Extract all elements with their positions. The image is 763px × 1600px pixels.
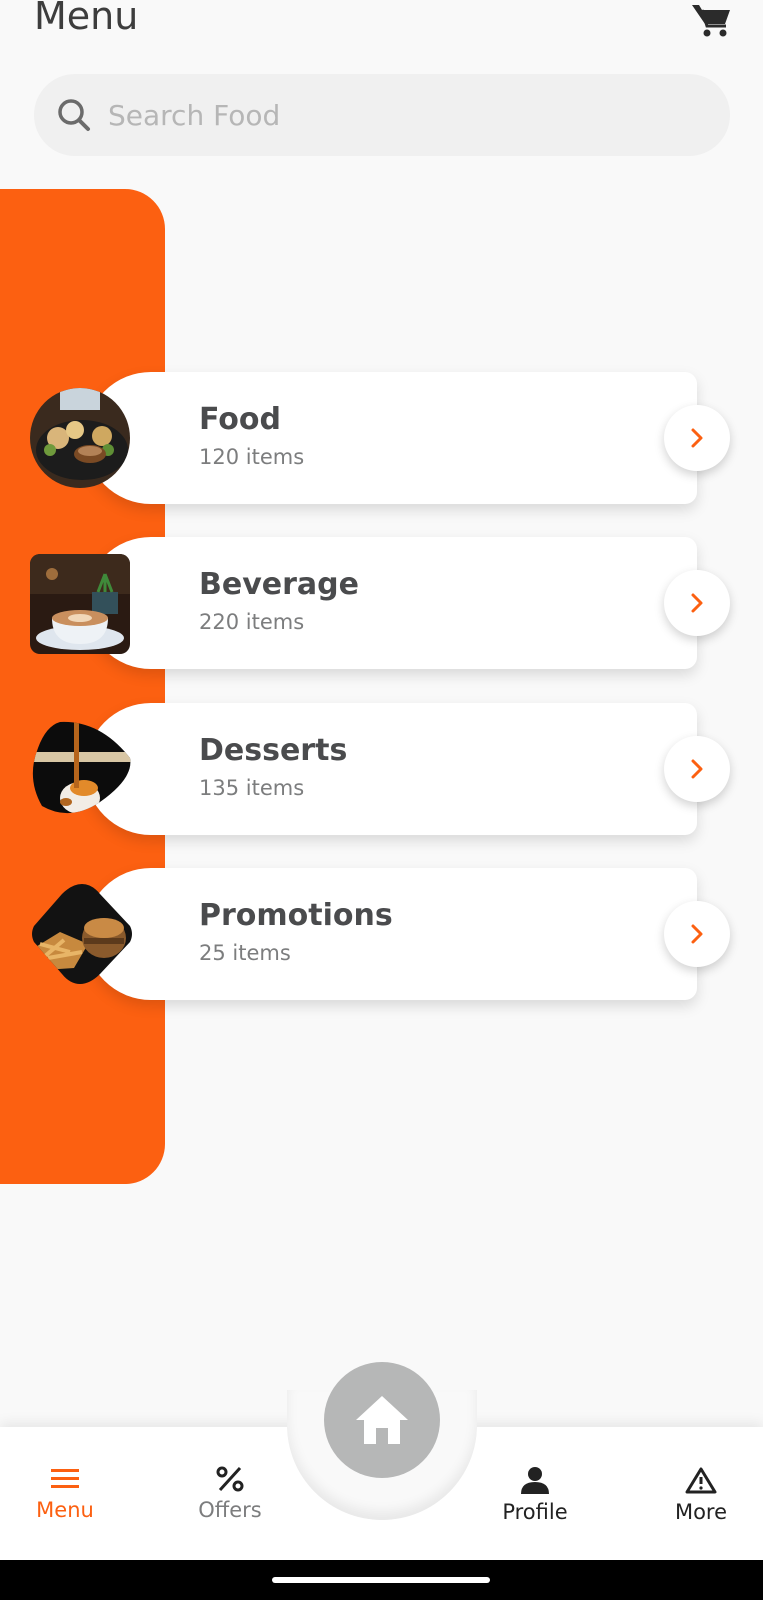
chevron-right-icon [691, 428, 703, 448]
category-card-food[interactable]: Food 120 items [85, 372, 697, 504]
category-name: Desserts [199, 733, 348, 768]
category-card-promotions[interactable]: Promotions 25 items [85, 868, 697, 1000]
hamburger-icon [51, 1469, 79, 1488]
nav-item-offers[interactable]: Offers [165, 1466, 295, 1522]
warning-triangle-icon [685, 1467, 717, 1494]
food-plate-photo [30, 388, 130, 488]
category-count: 220 items [199, 610, 305, 634]
category-count: 25 items [199, 941, 291, 965]
nav-label: Profile [502, 1500, 568, 1524]
chevron-right-icon [691, 759, 703, 779]
search-bar[interactable] [34, 74, 730, 156]
category-count: 120 items [199, 445, 305, 469]
dessert-photo [32, 721, 131, 814]
category-arrow-button[interactable] [664, 570, 730, 636]
percent-icon [216, 1466, 244, 1492]
nav-label: Menu [36, 1498, 94, 1522]
home-indicator[interactable] [272, 1577, 490, 1583]
category-arrow-button[interactable] [664, 901, 730, 967]
home-icon [356, 1396, 408, 1444]
chevron-right-icon [691, 924, 703, 944]
nav-item-more[interactable]: More [636, 1466, 763, 1524]
nav-item-menu[interactable]: Menu [0, 1466, 130, 1522]
search-icon [58, 99, 90, 131]
page-title: Menu [34, 0, 139, 38]
chevron-right-icon [691, 593, 703, 613]
category-name: Food [199, 402, 281, 437]
category-name: Promotions [199, 898, 393, 933]
category-name: Beverage [199, 567, 359, 602]
coffee-cup-photo [30, 554, 130, 654]
nav-item-profile[interactable]: Profile [470, 1466, 600, 1524]
category-card-desserts[interactable]: Desserts 135 items [85, 703, 697, 835]
category-arrow-button[interactable] [664, 405, 730, 471]
home-button[interactable] [324, 1362, 440, 1478]
nav-label: Offers [198, 1498, 262, 1522]
nav-label: More [674, 1500, 728, 1524]
category-count: 135 items [199, 776, 305, 800]
burger-fries-photo [32, 884, 132, 984]
search-input[interactable] [108, 98, 668, 132]
cart-icon[interactable] [692, 2, 732, 38]
person-icon [521, 1467, 549, 1494]
orange-side-panel [0, 189, 165, 1184]
category-card-beverage[interactable]: Beverage 220 items [85, 537, 697, 669]
category-arrow-button[interactable] [664, 736, 730, 802]
